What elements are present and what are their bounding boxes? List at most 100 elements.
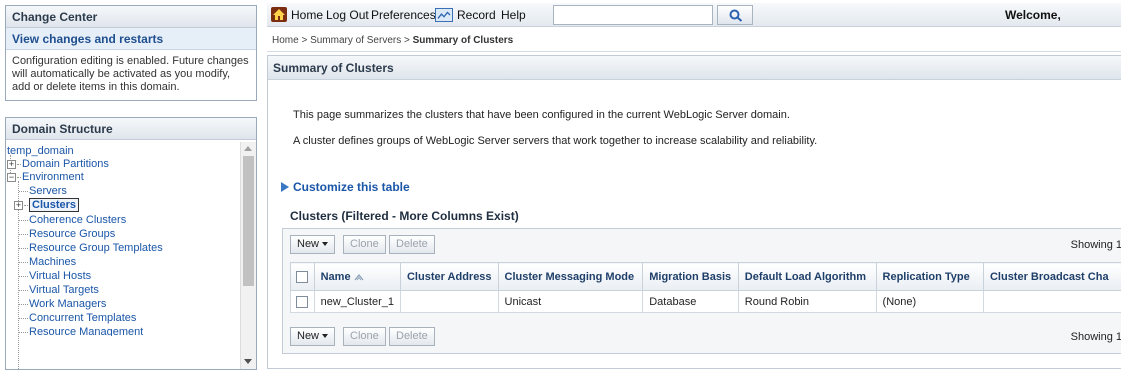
tree-item-label[interactable]: temp_domain [7,145,74,157]
row-select-cell[interactable] [290,290,315,313]
table-header-row: Name Cluster Address Cluster Messaging M… [290,262,1121,291]
tree-item-label[interactable]: Resource Group Templates [29,242,163,254]
tree-item-label[interactable]: Virtual Hosts [29,270,91,282]
preferences-link[interactable]: Preferences [371,8,436,22]
record-icon[interactable] [435,8,453,22]
scroll-down-arrow-icon[interactable] [244,359,252,364]
tree-item-label[interactable]: Concurrent Templates [29,312,136,324]
change-center-panel: Change Center View changes and restarts … [5,5,257,101]
tree-item-label[interactable]: Virtual Targets [29,284,99,296]
col-default-load-algorithm[interactable]: Default Load Algorithm [737,262,877,291]
home-link[interactable]: Home [291,8,323,22]
tree-item-machines[interactable]: Machines [19,256,76,269]
customize-label[interactable]: Customize this table [293,180,410,194]
top-toolbar: Home Log Out Preferences Record Help Wel… [267,3,1121,27]
tree-item-resource-group-templates[interactable]: Resource Group Templates [19,242,163,255]
intro-paragraph: This page summarizes the clusters that h… [293,109,790,121]
clone-button-bottom[interactable]: Clone [343,327,386,346]
record-link[interactable]: Record [457,8,496,22]
breadcrumb-current: Summary of Clusters [412,35,514,46]
row-checkbox[interactable] [296,295,308,308]
customize-table-link[interactable]: Customize this table [281,180,410,194]
new-button[interactable]: New [290,235,336,254]
tree-item-work-managers[interactable]: Work Managers [19,298,106,311]
tree-item-clusters[interactable]: + Clusters [14,198,80,212]
col-replication-type[interactable]: Replication Type [875,262,984,291]
tree-scrollbar[interactable] [240,142,256,369]
tree-item-domain-partitions[interactable]: + Domain Partitions [7,158,109,171]
cell-migration-basis: Database [642,290,739,313]
clusters-table-panel: New Clone Delete Showing 1 Name Cluster … [282,228,1121,354]
tree-item-label[interactable]: Work Managers [29,298,106,310]
cell-load-algorithm: Round Robin [737,290,877,313]
tree-item-resource-groups[interactable]: Resource Groups [19,228,115,241]
tree-item-concurrent-templates[interactable]: Concurrent Templates [19,312,136,325]
expand-icon[interactable]: + [14,200,23,210]
dropdown-caret-icon[interactable] [322,334,329,338]
clone-button[interactable]: Clone [343,235,386,254]
breadcrumb-summary-servers[interactable]: Summary of Servers > [310,35,410,46]
showing-count-bottom: Showing 1 [1070,331,1121,343]
table-title: Clusters (Filtered - More Columns Exist) [290,209,519,223]
new-label[interactable]: New [297,238,319,250]
left-column: Change Center View changes and restarts … [0,0,260,374]
cell-broadcast-channel [982,290,1121,313]
tree-item-coherence-clusters[interactable]: Coherence Clusters [19,214,126,227]
tree-item-label[interactable]: Resource Groups [29,228,115,240]
clusters-table: Name Cluster Address Cluster Messaging M… [290,262,1121,313]
search-button[interactable] [717,5,753,25]
welcome-text: Welcome, [1005,8,1061,22]
main-content: Summary of Clusters This page summarizes… [267,55,1121,369]
home-icon[interactable] [271,7,287,22]
cluster-description: A cluster defines groups of WebLogic Ser… [293,135,818,147]
change-center-message: Configuration editing is enabled. Future… [12,55,249,93]
tree-item-temp-domain[interactable]: temp_domain [7,145,74,158]
col-cluster-broadcast-channel[interactable]: Cluster Broadcast Cha [982,262,1121,291]
help-link[interactable]: Help [501,8,526,22]
cluster-name-link[interactable]: new_Cluster_1 [313,290,401,313]
logout-link[interactable]: Log Out [326,8,369,22]
collapse-icon[interactable]: − [7,172,16,182]
tree-item-label[interactable]: Machines [29,256,76,268]
customize-arrow-icon [281,182,289,192]
tree-item-label[interactable]: Resource Management [29,326,143,336]
tree-item-label[interactable]: Coherence Clusters [29,214,126,226]
expand-icon[interactable]: + [7,159,16,169]
tree-item-environment[interactable]: − Environment [7,171,84,184]
tree-item-label[interactable]: Clusters [29,198,80,212]
delete-button[interactable]: Delete [389,235,435,254]
cell-cluster-address [399,290,499,313]
breadcrumb: Home > Summary of Servers > Summary of C… [272,35,513,46]
col-migration-basis[interactable]: Migration Basis [642,262,739,291]
tree-item-virtual-targets[interactable]: Virtual Targets [19,284,99,297]
tree-item-label[interactable]: Environment [22,171,84,183]
tree-item-virtual-hosts[interactable]: Virtual Hosts [19,270,91,283]
scroll-thumb[interactable] [243,156,254,286]
change-center-title: Change Center [6,6,256,28]
delete-button-bottom[interactable]: Delete [389,327,435,346]
sort-icon[interactable] [354,273,364,281]
tree-item-label[interactable]: Domain Partitions [22,158,109,170]
search-input[interactable] [553,5,713,25]
breadcrumb-home[interactable]: Home > [272,35,307,46]
col-cluster-messaging-mode[interactable]: Cluster Messaging Mode [497,262,644,291]
dropdown-caret-icon[interactable] [322,242,329,246]
cell-messaging-mode: Unicast [497,290,644,313]
new-label[interactable]: New [297,330,319,342]
col-cluster-address[interactable]: Cluster Address [399,262,499,291]
tree-item-label[interactable]: Servers [29,185,67,197]
domain-structure-panel: Domain Structure temp_domain + Domain Par… [5,117,257,370]
new-button-bottom[interactable]: New [290,327,336,346]
select-all-checkbox[interactable] [296,270,308,283]
col-name[interactable]: Name [313,262,401,291]
view-changes-link[interactable]: View changes and restarts [6,28,256,50]
select-all-header[interactable] [290,262,315,291]
showing-count: Showing 1 [1070,239,1121,251]
domain-structure-title: Domain Structure [6,118,256,140]
col-name-label[interactable]: Name [321,271,351,283]
tree-item-resource-management[interactable]: Resource Management [19,326,143,336]
search-icon [729,9,743,22]
table-row: new_Cluster_1 Unicast Database Round Rob… [290,290,1121,313]
tree-item-servers[interactable]: Servers [19,185,67,198]
scroll-up-arrow-icon[interactable] [244,146,252,151]
